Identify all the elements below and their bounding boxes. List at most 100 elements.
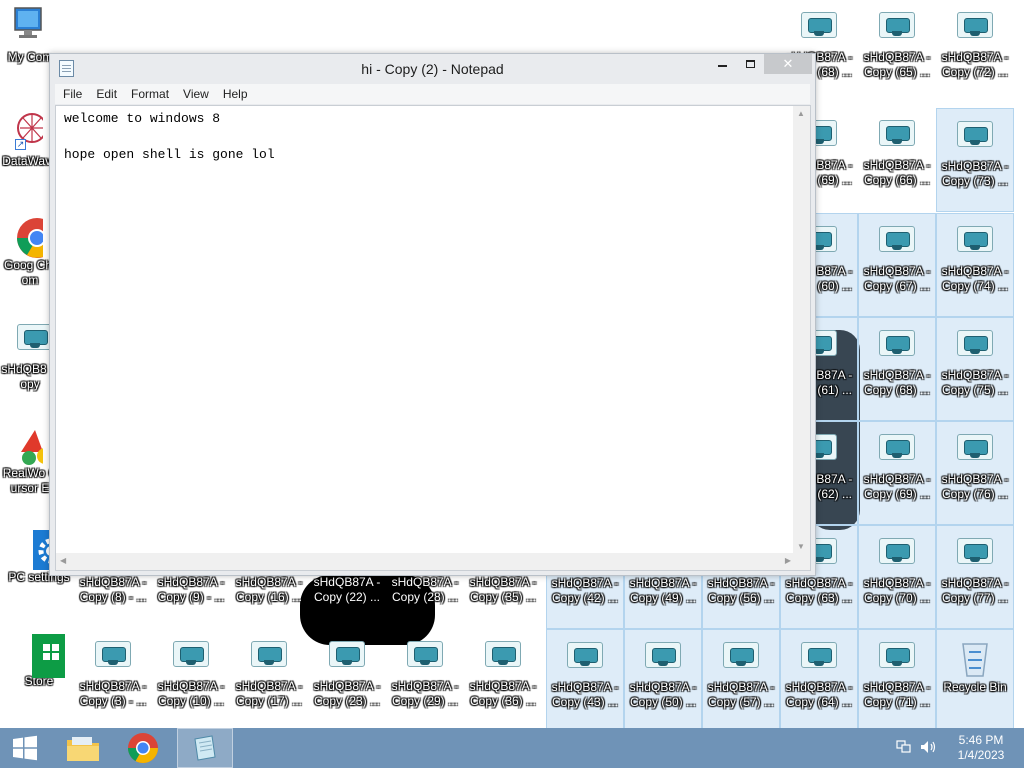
recycle-bin-icon [953, 636, 997, 677]
desktop-icon-label: sHdQB87A - Copy (28) ... [391, 575, 459, 604]
desktop-icon-label: sHdQB87A - Copy (16) ... [235, 575, 303, 604]
shortcut-thumb-icon [875, 636, 919, 676]
desktop-icon-shd-copy[interactable]: sHdQB87A - Copy (70) ... [858, 525, 936, 629]
text-editor-area[interactable]: welcome to windows 8 hope open shell is … [55, 105, 811, 571]
desktop-icon-shd-copy[interactable]: sHdQB87A - Copy (3) - ... [74, 629, 152, 728]
desktop-icon-shd-copy[interactable]: sHdQB87A - Copy (68) ... [858, 317, 936, 421]
document-text[interactable]: welcome to windows 8 hope open shell is … [64, 110, 275, 164]
desktop-icon-shd-copy[interactable]: sHdQB87A - Copy (64) ... [780, 629, 858, 728]
desktop-icon-shd-copy[interactable]: sHdQB87A - Copy (43) ... [546, 629, 624, 728]
close-icon: ✕ [782, 56, 794, 71]
desktop-icon-label: sHdQB87A - Copy (64) ... [785, 680, 853, 709]
desktop-icon-label: sHdQB87A - Copy (69) ... [863, 472, 931, 501]
shortcut-thumb-icon [953, 532, 997, 572]
desktop-icon-shd-copy[interactable]: sHdQB87A - Copy (73) ... [936, 108, 1014, 212]
desktop-icon-shd-copy[interactable]: sHdQB87A - Copy (69) ... [858, 421, 936, 525]
scroll-up-icon[interactable]: ▲ [797, 109, 805, 118]
shortcut-thumb-icon [481, 635, 525, 675]
minimize-icon [717, 65, 727, 67]
minimize-button[interactable] [708, 54, 736, 74]
desktop-icon-label: sHdQB87A - Copy (74) ... [941, 264, 1009, 293]
desktop-icon-shd-copy[interactable]: sHdQB87A - Copy (75) ... [936, 317, 1014, 421]
shortcut-thumb-icon [953, 115, 997, 155]
desktop-icon-shd-copy[interactable]: sHdQB87A - Copy (50) ... [624, 629, 702, 728]
close-button[interactable]: ✕ [764, 54, 812, 74]
desktop-icon-shd-copy[interactable]: sHdQB87A - Copy (76) ... [936, 421, 1014, 525]
desktop-icon-shd-copy[interactable]: sHdQB87A - Copy (36) ... [464, 629, 542, 728]
desktop-icon-shd-copy[interactable] [153, 0, 231, 54]
scroll-down-icon[interactable]: ▼ [797, 542, 805, 551]
scroll-right-icon[interactable]: ▶ [785, 556, 791, 565]
desktop-icon-shd-copy[interactable]: sHdQB87A - Copy (67) ... [858, 213, 936, 317]
desktop-icon-label: Recycle Bin [943, 680, 1007, 694]
desktop-icon-label: sHdQB87A - Copy (75) ... [941, 368, 1009, 397]
desktop-icon-shd-copy[interactable]: sHdQB87A - Copy (72) ... [936, 0, 1014, 104]
folder-icon [67, 737, 99, 761]
desktop-icon-shd-copy[interactable]: sHdQB87A - Copy (74) ... [936, 213, 1014, 317]
desktop-icon-shd-copy[interactable] [703, 0, 781, 54]
desktop-icon-shd-copy[interactable] [75, 0, 153, 54]
desktop-icon-label: sHdQB87A - Copy (76) ... [941, 472, 1009, 501]
notepad-window[interactable]: hi - Copy (2) - Notepad ✕ File Edit Form… [49, 53, 816, 576]
desktop[interactable]: My Com ↗ DataWave Goog Chrom sHdQB8 Copy [0, 0, 1024, 728]
shortcut-thumb-icon [875, 428, 919, 468]
desktop-icon-shd-copy[interactable]: sHdQB87A - Copy (66) ... [858, 108, 936, 212]
desktop-icon-label: sHdQB87A - Copy (3) - ... [79, 679, 147, 708]
clock[interactable]: 5:46 PM 1/4/2023 [946, 733, 1016, 763]
desktop-icon-shd-copy[interactable]: sHdQB87A - Copy (23) ... [308, 629, 386, 728]
menu-bar: File Edit Format View Help [55, 84, 810, 104]
desktop-icon-label: sHdQB87A - Copy (71) ... [863, 680, 931, 709]
desktop-icon-label: sHdQB87A - Copy (67) ... [863, 264, 931, 293]
desktop-icon-shd-copy[interactable] [387, 0, 465, 54]
desktop-icon-shd-copy[interactable] [547, 0, 625, 54]
volume-icon[interactable] [920, 740, 938, 754]
shortcut-thumb-icon [953, 220, 997, 260]
taskbar: 5:46 PM 1/4/2023 [0, 728, 1024, 768]
menu-view[interactable]: View [183, 87, 209, 101]
desktop-icon-label: sHdQB87A - Copy (49) ... [629, 576, 697, 605]
shortcut-thumb-icon [797, 636, 841, 676]
shortcut-thumb-icon [875, 532, 919, 572]
chrome-icon [0, 214, 57, 258]
desktop-icon-label: sHdQB87A - Copy (68) ... [863, 368, 931, 397]
vertical-scrollbar[interactable]: ▲ ▼ [793, 106, 810, 554]
desktop-icon-shd-copy[interactable]: sHdQB87A - Copy (71) ... [858, 629, 936, 728]
desktop-icon-shd-copy[interactable] [231, 0, 309, 54]
shortcut-thumb-icon [875, 220, 919, 260]
menu-file[interactable]: File [63, 87, 82, 101]
desktop-icon-shd-copy[interactable]: sHdQB87A - Copy (65) ... [858, 0, 936, 104]
desktop-icon-recycle-bin[interactable]: Recycle Bin [936, 629, 1014, 728]
shortcut-thumb-icon [563, 636, 607, 676]
desktop-icon-shd-copy[interactable] [465, 0, 543, 54]
menu-edit[interactable]: Edit [96, 87, 117, 101]
desktop-icon-shd-copy[interactable]: sHdQB87A - Copy (17) ... [230, 629, 308, 728]
maximize-button[interactable] [736, 54, 764, 74]
desktop-icon-label: sHdQB87A - Copy (42) ... [551, 576, 619, 605]
network-icon[interactable] [896, 740, 912, 754]
menu-format[interactable]: Format [131, 87, 169, 101]
file-explorer-button[interactable] [57, 728, 109, 768]
desktop-icon-shd-copy[interactable] [625, 0, 703, 54]
desktop-icon-label: sHdQB87A - Copy (65) ... [863, 50, 931, 79]
desktop-icon-shd-copy[interactable]: sHdQB87A - Copy (10) ... [152, 629, 230, 728]
desktop-icon-shd-copy[interactable] [309, 0, 387, 54]
title-bar[interactable]: hi - Copy (2) - Notepad ✕ [50, 54, 815, 84]
desktop-icon-label: sHdQB87A - Copy (72) ... [941, 50, 1009, 79]
menu-help[interactable]: Help [223, 87, 248, 101]
notepad-taskbar-button[interactable] [177, 728, 233, 768]
desktop-icon-label: sHdQB87A - Copy (56) ... [707, 576, 775, 605]
start-button[interactable] [0, 728, 50, 768]
shortcut-thumb-icon [953, 324, 997, 364]
desktop-icon-shd-copy[interactable]: sHdQB87A - Copy (77) ... [936, 525, 1014, 629]
shortcut-thumb-icon [797, 6, 841, 46]
chrome-taskbar-button[interactable] [117, 728, 169, 768]
horizontal-scrollbar[interactable]: ◀ ▶ [56, 553, 795, 570]
desktop-icon-shd-copy[interactable] [0, 0, 78, 54]
desktop-icon-label: sHdQB87A - Copy (8) - ... [79, 575, 147, 604]
desktop-icon-store[interactable]: Store [0, 624, 80, 728]
desktop-icon-label: sHdQB87A - Copy (22) ... [313, 575, 381, 604]
desktop-icon-shd-copy[interactable]: sHdQB87A - Copy (57) ... [702, 629, 780, 728]
desktop-icon-shd-copy[interactable]: sHdQB87A - Copy (29) ... [386, 629, 464, 728]
scroll-left-icon[interactable]: ◀ [60, 556, 66, 565]
windows-start-icon [13, 735, 37, 761]
